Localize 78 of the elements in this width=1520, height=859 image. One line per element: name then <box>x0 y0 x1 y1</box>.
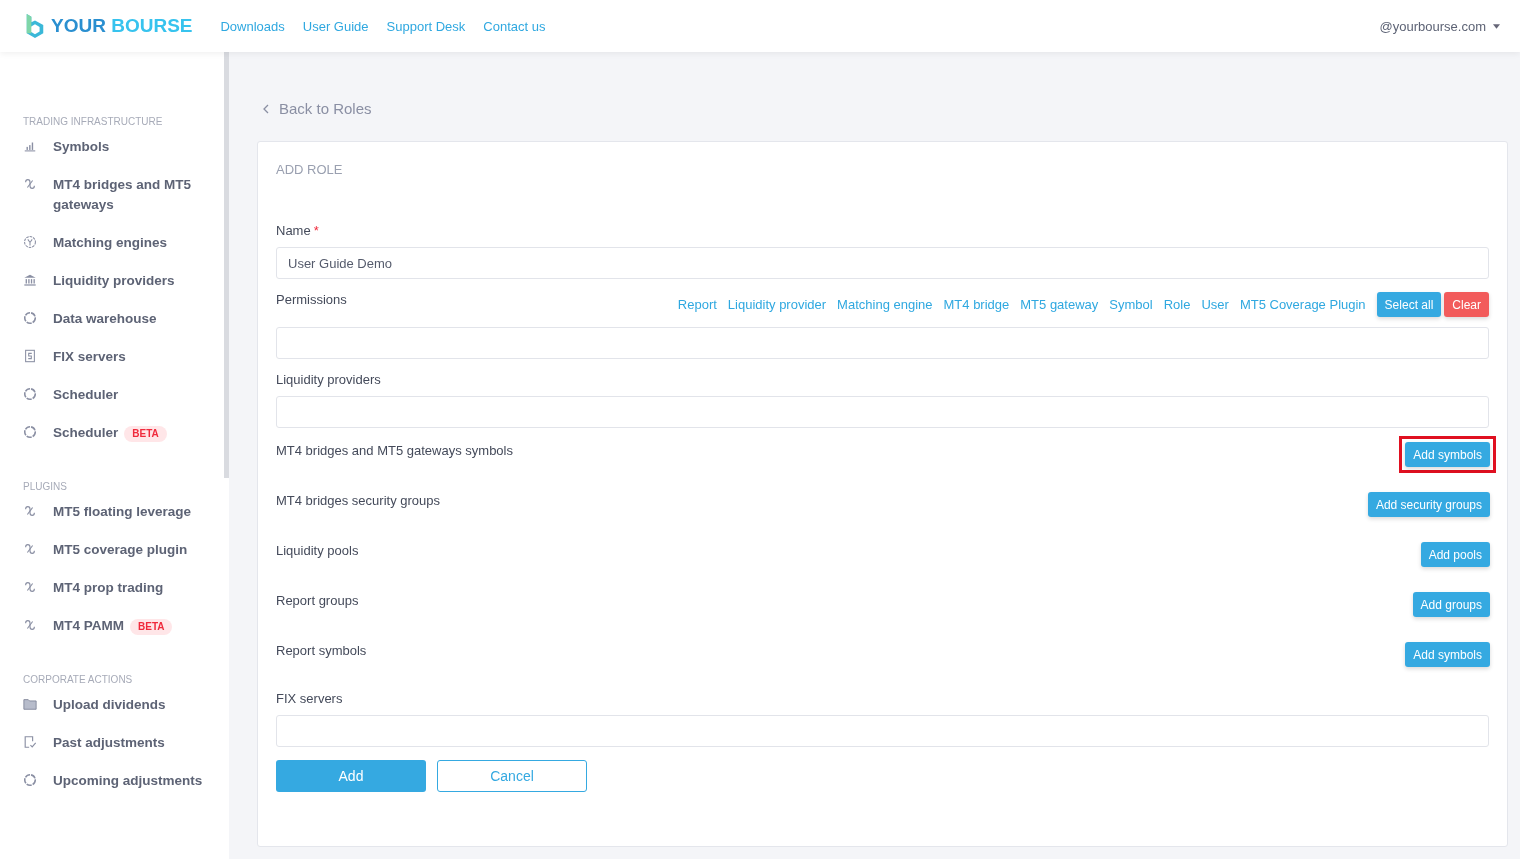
cancel-button[interactable]: Cancel <box>437 760 587 792</box>
link-icon <box>23 177 37 191</box>
sidebar-item[interactable]: Upcoming adjustments <box>53 771 203 791</box>
sidebar-item[interactable]: MT4 PAMM BETA <box>53 616 173 636</box>
input-field[interactable]: User Guide Demo <box>276 247 1489 279</box>
input-field[interactable] <box>276 715 1489 747</box>
required-mark: * <box>313 223 319 238</box>
sidebar-item[interactable]: Scheduler <box>53 385 119 405</box>
section-heading: CORPORATE ACTIONS <box>23 674 134 685</box>
field-label: Report symbols <box>276 642 367 658</box>
sidebar-item[interactable]: Past adjustments <box>53 733 165 753</box>
nav-link[interactable]: User Guide <box>302 18 369 34</box>
link-icon <box>23 542 37 556</box>
add-button[interactable]: Add security groups <box>1367 492 1490 517</box>
sidebar-item[interactable]: Data warehouse <box>53 309 157 329</box>
bank-icon <box>23 273 37 287</box>
link-icon <box>23 580 37 594</box>
document-check-icon <box>23 735 37 749</box>
scrollbar[interactable] <box>224 52 229 478</box>
add-button[interactable]: Add symbols <box>1405 442 1490 467</box>
field-label: MT4 bridges and MT5 gateways symbols <box>276 442 513 458</box>
add-button[interactable]: Add <box>276 760 426 792</box>
circle-icon <box>23 425 37 439</box>
folder-icon <box>23 697 37 711</box>
logo-icon <box>24 12 46 40</box>
field-label: Name * <box>276 223 320 238</box>
permission-link[interactable]: Report <box>677 297 717 312</box>
link-icon <box>23 504 37 518</box>
link-icon <box>23 618 37 632</box>
sidebar-item[interactable]: MT4 bridges and MT5 gateways <box>53 175 213 215</box>
add-button[interactable]: Add pools <box>1420 542 1490 567</box>
input-field[interactable] <box>276 327 1489 359</box>
nav-link[interactable]: Downloads <box>220 18 285 34</box>
sidebar-item[interactable]: Scheduler BETA <box>53 423 167 443</box>
field-label: Liquidity providers <box>276 372 382 387</box>
field-label: Liquidity pools <box>276 542 359 558</box>
caret-icon <box>1493 23 1500 29</box>
sidebar-item[interactable]: MT5 floating leverage <box>53 502 192 522</box>
sidebar-item[interactable]: Upload dividends <box>53 695 166 715</box>
card-title: ADD ROLE <box>276 162 344 177</box>
add-button[interactable]: Add groups <box>1412 592 1490 617</box>
field-label: MT4 bridges security groups <box>276 492 440 508</box>
circle-icon <box>23 387 37 401</box>
permission-link[interactable]: MT4 bridge <box>943 297 1010 312</box>
back-link[interactable]: Back to Roles <box>263 100 1508 117</box>
permission-link[interactable]: Role <box>1163 297 1191 312</box>
permission-link[interactable]: Liquidity provider <box>727 297 827 312</box>
permission-link[interactable]: Symbol <box>1109 297 1153 312</box>
logo-text: YOUR BOURSE <box>51 15 193 37</box>
beta-badge: BETA <box>124 426 167 442</box>
permission-link[interactable]: User <box>1201 297 1229 312</box>
sidebar-item[interactable]: Symbols <box>53 137 110 157</box>
permission-link[interactable]: MT5 gateway <box>1020 297 1099 312</box>
engine-icon <box>23 235 37 249</box>
add-button[interactable]: Add symbols <box>1405 642 1490 667</box>
nav-link[interactable]: Support Desk <box>386 18 466 34</box>
account-menu[interactable]: @yourbourse.com <box>1379 18 1500 34</box>
clear-button[interactable]: Clear <box>1444 292 1489 317</box>
field-label: FIX servers <box>276 691 344 706</box>
sidebar-item[interactable]: MT5 coverage plugin <box>53 540 188 560</box>
sidebar-item[interactable]: FIX servers <box>53 347 126 367</box>
sidebar-item[interactable]: Liquidity providers <box>53 271 175 291</box>
section-heading: PLUGINS <box>23 481 68 492</box>
field-label: Report groups <box>276 592 359 608</box>
input-field[interactable] <box>276 396 1489 428</box>
sidebar-item[interactable]: MT4 prop trading <box>53 578 164 598</box>
beta-badge: BETA <box>130 619 173 635</box>
circle-icon <box>23 311 37 325</box>
field-label: Permissions <box>276 292 347 307</box>
server-icon <box>23 349 37 363</box>
circle-icon <box>23 773 37 787</box>
permission-link[interactable]: MT5 Coverage Plugin <box>1239 297 1366 312</box>
chevron-left-icon <box>263 103 269 114</box>
sidebar-item[interactable]: Matching engines <box>53 233 167 253</box>
section-heading: TRADING INFRASTRUCTURE <box>23 116 164 127</box>
nav-link[interactable]: Contact us <box>483 18 546 34</box>
select-all-button[interactable]: Select all <box>1376 292 1442 317</box>
permission-link[interactable]: Matching engine <box>837 297 933 312</box>
